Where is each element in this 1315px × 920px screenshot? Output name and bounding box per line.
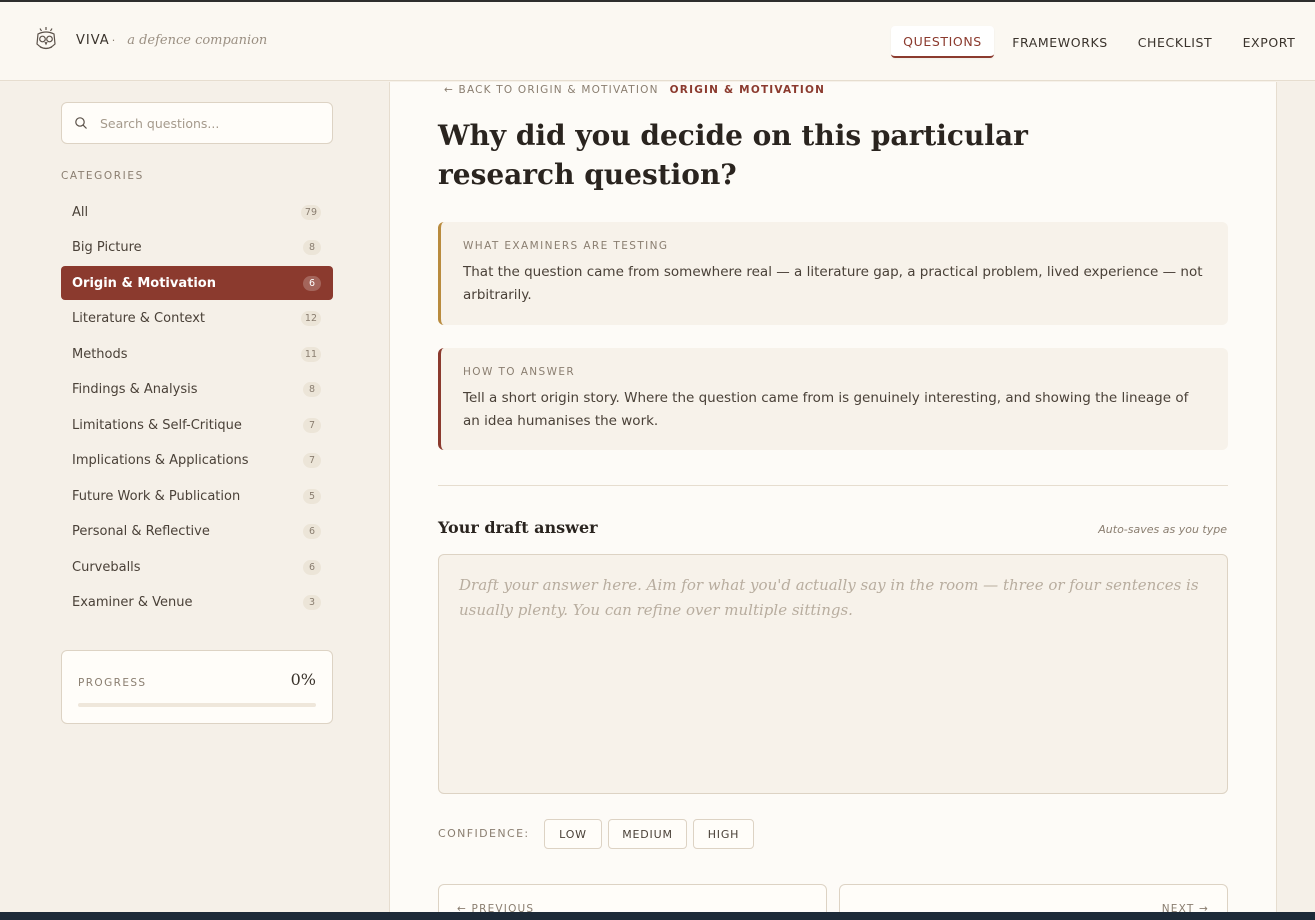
progress-bar (78, 703, 316, 707)
category-label: Findings & Analysis (72, 382, 198, 397)
category-count: 7 (303, 453, 321, 468)
question-title: Why did you decide on this particular re… (438, 119, 1028, 191)
current-category-label: ORIGIN & MOTIVATION (669, 84, 826, 96)
draft-answer-title: Your draft answer (438, 518, 598, 537)
sidebar: CATEGORIES All 79 Big Picture 8 Origin &… (0, 82, 389, 920)
nav-checklist[interactable]: CHECKLIST (1126, 26, 1224, 58)
category-examiner-venue[interactable]: Examiner & Venue 3 (61, 586, 333, 620)
app-header: VIVA · a defence companion QUESTIONS FRA… (0, 2, 1315, 81)
how-to-answer-text: Tell a short origin story. Where the que… (463, 390, 1189, 429)
right-gutter (1277, 82, 1315, 920)
category-label: Origin & Motivation (72, 275, 216, 291)
category-future-work[interactable]: Future Work & Publication 5 (61, 479, 333, 513)
category-origin-motivation[interactable]: Origin & Motivation 6 (61, 266, 333, 300)
category-label: Examiner & Venue (72, 595, 193, 610)
examiners-testing-box: WHAT EXAMINERS ARE TESTING That the ques… (438, 222, 1228, 325)
category-count: 5 (303, 488, 321, 504)
how-to-answer-heading: HOW TO ANSWER (463, 366, 576, 378)
category-limitations[interactable]: Limitations & Self-Critique 7 (61, 408, 333, 442)
category-implications[interactable]: Implications & Applications 7 (61, 444, 333, 478)
confidence-label: CONFIDENCE: (438, 827, 530, 840)
category-label: Future Work & Publication (72, 488, 241, 504)
category-count: 6 (303, 524, 321, 539)
progress-value: 0% (290, 670, 316, 689)
category-personal-reflective[interactable]: Personal & Reflective 6 (61, 515, 333, 549)
category-curveballs[interactable]: Curveballs 6 (61, 550, 333, 584)
question-panel: ← BACK TO ORIGIN & MOTIVATION ORIGIN & M… (389, 82, 1277, 920)
category-count: 8 (303, 382, 321, 397)
category-count: 3 (303, 595, 321, 610)
confidence-high-button[interactable]: HIGH (693, 819, 754, 849)
back-link[interactable]: ← BACK TO ORIGIN & MOTIVATION (444, 84, 659, 96)
nav-frameworks[interactable]: FRAMEWORKS (994, 26, 1126, 58)
category-count: 6 (303, 559, 321, 575)
taskbar-edge (0, 912, 1315, 920)
main-nav: QUESTIONS FRAMEWORKS CHECKLIST EXPORT (891, 26, 1314, 58)
confidence-medium-button[interactable]: MEDIUM (608, 819, 687, 849)
category-all[interactable]: All 79 (61, 195, 333, 229)
category-count: 8 (303, 240, 321, 255)
category-methods[interactable]: Methods 11 (61, 337, 333, 371)
category-label: Methods (72, 346, 128, 362)
search-box[interactable] (61, 102, 333, 144)
category-count: 7 (303, 417, 321, 433)
category-count: 79 (300, 204, 321, 220)
confidence-low-button[interactable]: LOW (544, 819, 602, 849)
category-count: 12 (300, 311, 321, 326)
progress-label: PROGRESS (78, 677, 147, 689)
examiners-testing-heading: WHAT EXAMINERS ARE TESTING (463, 240, 669, 252)
category-list: All 79 Big Picture 8 Origin & Motivation… (61, 195, 333, 621)
section-divider (438, 485, 1228, 486)
draft-answer-textarea[interactable] (438, 554, 1228, 794)
category-big-picture[interactable]: Big Picture 8 (61, 231, 333, 265)
category-label: All (72, 204, 89, 220)
category-literature-context[interactable]: Literature & Context 12 (61, 302, 333, 336)
category-label: Literature & Context (72, 311, 205, 326)
category-label: Big Picture (72, 240, 142, 255)
category-label: Implications & Applications (72, 453, 249, 468)
app-tagline: a defence companion (127, 32, 268, 48)
categories-heading: CATEGORIES (61, 170, 144, 182)
category-label: Personal & Reflective (72, 524, 210, 539)
progress-card: PROGRESS 0% (61, 650, 333, 724)
search-icon (75, 117, 87, 129)
category-findings-analysis[interactable]: Findings & Analysis 8 (61, 373, 333, 407)
brand[interactable]: VIVA · a defence companion (33, 26, 267, 54)
autosave-note: Auto-saves as you type (1098, 523, 1227, 536)
breadcrumb: ← BACK TO ORIGIN & MOTIVATION ORIGIN & M… (444, 84, 825, 96)
category-count: 11 (300, 346, 321, 362)
owl-logo-icon (36, 27, 56, 50)
category-count: 6 (303, 275, 321, 291)
app-name: VIVA (76, 32, 110, 48)
search-input[interactable] (100, 115, 320, 131)
category-label: Curveballs (72, 559, 141, 575)
app-name-dot: · (111, 33, 116, 47)
category-label: Limitations & Self-Critique (72, 417, 242, 433)
nav-questions[interactable]: QUESTIONS (891, 26, 994, 58)
examiners-testing-text: That the question came from somewhere re… (463, 264, 1203, 303)
how-to-answer-box: HOW TO ANSWER Tell a short origin story.… (438, 348, 1228, 450)
nav-export[interactable]: EXPORT (1224, 26, 1314, 58)
